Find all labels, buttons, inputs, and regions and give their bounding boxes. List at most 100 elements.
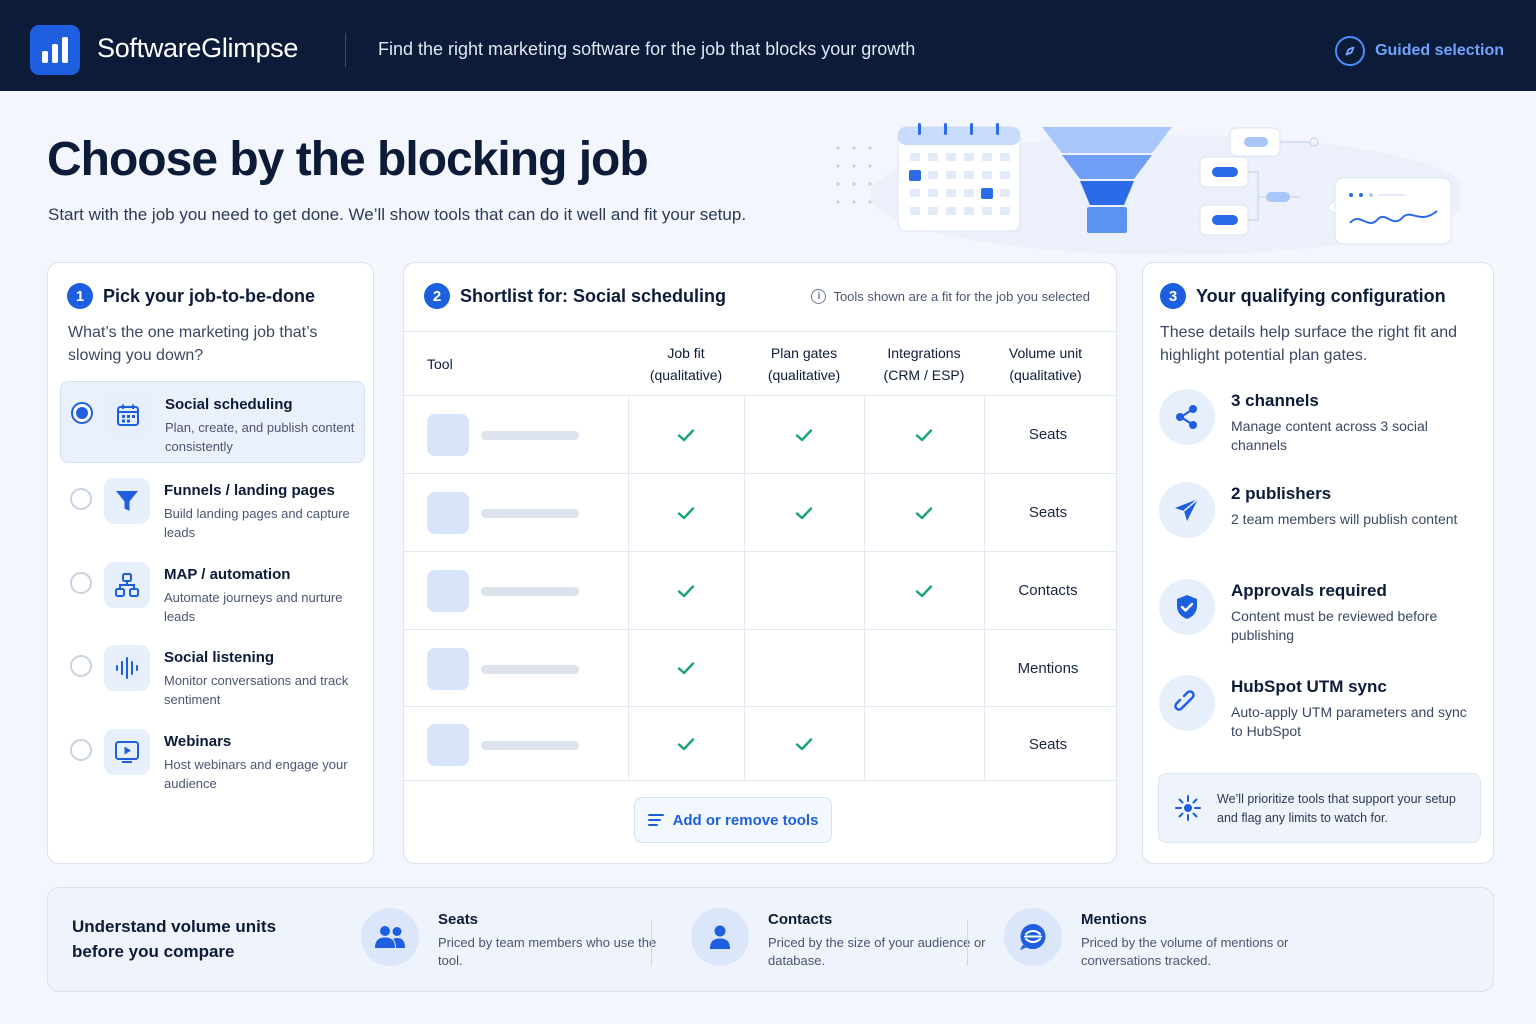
step2-title: Shortlist for: Social scheduling (460, 285, 727, 306)
config-item-publishers[interactable]: 2 publishers 2 team members will publish… (1159, 482, 1479, 572)
add-remove-tools-label: Add or remove tools (672, 811, 819, 829)
unit-description: Priced by the volume of mentions or conv… (1081, 935, 1289, 968)
config-title: HubSpot UTM sync (1231, 677, 1387, 696)
cell-plan-gates (744, 630, 864, 706)
tool-name-placeholder (481, 587, 579, 596)
col-integrations[interactable]: Integrations (CRM / ESP) (864, 342, 984, 386)
unit-title: Seats (438, 911, 479, 928)
config-item-hubspot-utm[interactable]: HubSpot UTM sync Auto-apply UTM paramete… (1159, 675, 1479, 765)
cell-plan-gates (744, 552, 864, 629)
config-item-approvals[interactable]: Approvals required Content must be revie… (1159, 579, 1479, 669)
config-item-channels[interactable]: 3 channels Manage content across 3 socia… (1159, 389, 1479, 479)
col-integrations-sub: (CRM / ESP) (883, 367, 965, 383)
cell-job-fit (628, 708, 744, 780)
col-volume-unit[interactable]: Volume unit (qualitative) (984, 342, 1107, 386)
step3-intro: These details help surface the right fit… (1160, 324, 1458, 364)
table-row[interactable]: Seats (404, 708, 1117, 781)
radio-unselected[interactable] (70, 488, 92, 510)
guided-selection-label: Guided selection (1375, 42, 1504, 59)
shield-check-icon (1159, 579, 1215, 635)
cell-job-fit (628, 474, 744, 551)
users-icon (361, 908, 419, 966)
job-title: Social scheduling (165, 396, 293, 413)
col-volume-unit-label: Volume unit (1008, 345, 1083, 361)
tool-logo-placeholder (427, 492, 469, 534)
job-description: Plan, create, and publish content consis… (165, 420, 355, 454)
step1-header: 1 Pick your job-to-be-done (67, 283, 315, 309)
table-header: Tool Job fit (qualitative) Plan gates (q… (404, 331, 1117, 396)
header-divider (345, 33, 346, 67)
table-row[interactable]: Contacts (404, 552, 1117, 630)
configuration-footnote-text: We’ll prioritize tools that support your… (1217, 792, 1456, 825)
volume-units-strip: Understand volume units before you compa… (47, 887, 1494, 992)
col-integrations-label: Integrations (887, 345, 961, 361)
tool-name-placeholder (481, 431, 579, 440)
job-description: Build landing pages and capture leads (164, 506, 350, 540)
col-plan-gates-label: Plan gates (770, 345, 838, 361)
col-job-fit[interactable]: Job fit (qualitative) (628, 342, 744, 386)
table-row[interactable]: Seats (404, 396, 1117, 474)
cell-volume-unit: Seats (1028, 735, 1068, 753)
check-icon (915, 506, 933, 519)
brand-name[interactable]: SoftwareGlimpse (97, 33, 298, 64)
soundwave-icon (104, 645, 150, 691)
logo-bar-chart-icon[interactable] (30, 25, 80, 75)
unit-title: Contacts (768, 911, 833, 928)
page-title: Choose by the blocking job (47, 133, 649, 186)
link-icon (1159, 675, 1215, 731)
step3-header: 3 Your qualifying configuration (1160, 283, 1446, 309)
step1-title: Pick your job-to-be-done (103, 285, 316, 306)
col-job-fit-sub: (qualitative) (649, 367, 723, 383)
check-icon (915, 428, 933, 441)
job-description: Automate journeys and nurture leads (164, 590, 343, 624)
table-row[interactable]: Mentions (404, 630, 1117, 707)
add-remove-tools-button[interactable]: Add or remove tools (634, 797, 832, 843)
cell-integrations (864, 474, 984, 551)
cell-plan-gates (744, 474, 864, 551)
cell-volume-unit: Seats (1028, 426, 1068, 443)
radio-unselected[interactable] (70, 739, 92, 761)
compass-icon (1335, 36, 1366, 66)
chat-bubble-icon (1004, 908, 1062, 966)
radio-unselected[interactable] (70, 655, 92, 677)
job-description: Monitor conversations and track sentimen… (164, 673, 349, 707)
cell-job-fit (628, 630, 744, 706)
config-description: 2 team members will publish content (1231, 511, 1458, 527)
table-row[interactable]: Seats (404, 474, 1117, 552)
job-option-webinars[interactable]: Webinars Host webinars and engage your a… (60, 719, 365, 801)
col-job-fit-label: Job fit (667, 345, 705, 361)
guided-selection-link[interactable]: Guided selection (1335, 36, 1504, 66)
radio-unselected[interactable] (70, 572, 92, 594)
paper-plane-icon (1159, 482, 1215, 538)
col-plan-gates[interactable]: Plan gates (qualitative) (744, 342, 864, 386)
tool-name-placeholder (481, 509, 579, 518)
unit-description: Priced by the size of your audience or d… (768, 935, 986, 968)
check-icon (795, 428, 813, 441)
cell-job-fit (628, 396, 744, 473)
step2-number: 2 (424, 283, 450, 309)
check-icon (677, 506, 695, 519)
job-picker-card: 1 Pick your job-to-be-done What’s the on… (47, 262, 374, 864)
page-subtitle: Start with the job you need to get done.… (48, 205, 747, 224)
calendar-icon (105, 392, 151, 438)
config-description: Auto-apply UTM parameters and sync to Hu… (1231, 704, 1467, 739)
config-title: Approvals required (1231, 581, 1387, 600)
analytics-card-illustration (1326, 177, 1452, 245)
shortlist-card: 2 Shortlist for: Social scheduling i Too… (403, 262, 1117, 864)
job-option-social-scheduling[interactable]: Social scheduling Plan, create, and publ… (60, 381, 365, 463)
cell-volume-unit: Seats (1028, 504, 1068, 521)
volume-unit-mentions: Mentions Priced by the volume of mention… (1004, 908, 1304, 972)
radio-selected[interactable] (71, 402, 93, 424)
workflow-icon (104, 562, 150, 608)
cell-volume-unit: Mentions (1017, 659, 1079, 677)
volume-unit-seats: Seats Priced by team members who use the… (361, 908, 656, 972)
calendar-illustration (897, 123, 1021, 232)
header-tagline: Find the right marketing software for th… (378, 39, 916, 59)
job-option-map-automation[interactable]: MAP / automation Automate journeys and n… (60, 552, 365, 634)
job-option-social-listening[interactable]: Social listening Monitor conversations a… (60, 635, 365, 717)
check-icon (677, 738, 695, 751)
config-description: Content must be reviewed before publishi… (1231, 608, 1438, 643)
configuration-footnote: We’ll prioritize tools that support your… (1158, 773, 1481, 843)
job-description: Host webinars and engage your audience (164, 757, 348, 791)
job-option-funnels[interactable]: Funnels / landing pages Build landing pa… (60, 468, 365, 550)
